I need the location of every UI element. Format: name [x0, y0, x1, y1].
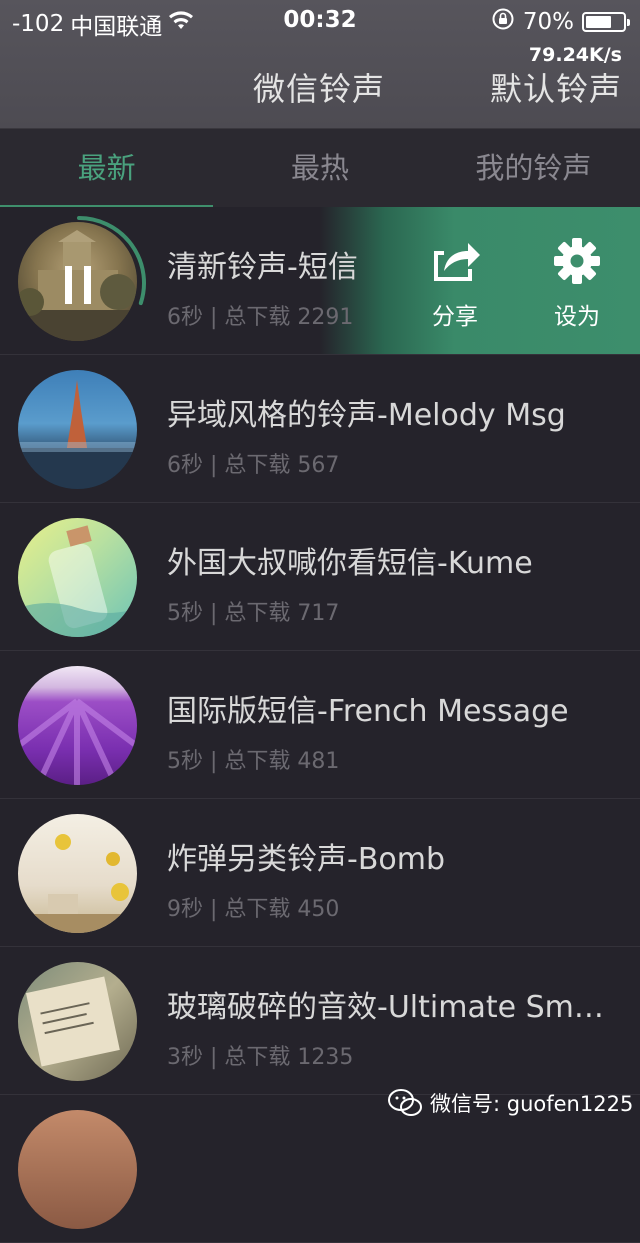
share-button[interactable]: 分享 [410, 235, 500, 331]
ringtone-title: 外国大叔喊你看短信-Kume [167, 546, 533, 581]
default-ringtone-button[interactable]: 默认铃声 [490, 64, 622, 110]
letter-image [25, 976, 120, 1067]
bottle-image [18, 525, 137, 637]
share-icon [434, 243, 480, 281]
ringtone-title: 玻璃破碎的音效-Ultimate Sm… [167, 990, 604, 1025]
ringtone-meta: 5秒 | 总下载 717 [167, 601, 340, 626]
top-bar: -102 中国联通 00:32 70% 79.24K/s 微信铃声 默认铃声 [0, 0, 640, 129]
ringtone-title: 异域风格的铃声-Melody Msg [167, 398, 566, 433]
set-as-button[interactable]: 设为 [532, 235, 622, 331]
share-label: 分享 [432, 304, 478, 330]
list-item[interactable]: 玻璃破碎的音效-Ultimate Sm… 3秒 | 总下载 1235 [0, 947, 640, 1095]
ringtone-meta: 5秒 | 总下载 481 [167, 749, 340, 774]
pause-icon[interactable] [61, 264, 97, 306]
tab-hottest[interactable]: 最热 [213, 129, 426, 207]
ringtone-title: 炸弹另类铃声-Bomb [167, 842, 446, 877]
battery-icon [582, 12, 630, 32]
gear-icon [554, 238, 600, 284]
watermark-text: 微信号: guofen1225 [430, 1092, 634, 1116]
tower-image [18, 380, 137, 489]
list-item[interactable]: 分享 设为 清新铃声-短信 6秒 | 总下载 2291 [0, 207, 640, 355]
ringtone-cover [18, 962, 137, 1081]
set-as-label: 设为 [554, 304, 600, 330]
page-title: 微信铃声 [253, 70, 386, 108]
rotation-lock-icon [491, 7, 515, 37]
ringtone-cover [18, 518, 137, 637]
lavender-image [18, 698, 137, 785]
ringtone-cover [18, 370, 137, 489]
ringtone-title: 清新铃声-短信 [167, 250, 358, 285]
tab-newest[interactable]: 最新 [0, 129, 214, 207]
ringtone-meta: 6秒 | 总下载 2291 [167, 305, 354, 330]
ringtone-meta: 6秒 | 总下载 567 [167, 453, 340, 478]
ringtone-cover [18, 666, 137, 785]
row-actions-panel: 分享 设为 [320, 207, 640, 354]
battery-percent: 70% [522, 9, 574, 35]
list-item[interactable]: 异域风格的铃声-Melody Msg 6秒 | 总下载 567 [0, 355, 640, 503]
tab-bar: 最新 最热 我的铃声 [0, 129, 640, 207]
list-item[interactable]: 国际版短信-French Message 5秒 | 总下载 481 [0, 651, 640, 799]
list-item[interactable]: 外国大叔喊你看短信-Kume 5秒 | 总下载 717 [0, 503, 640, 651]
ringtone-cover [18, 1110, 137, 1229]
network-speed: 79.24K/s [528, 44, 622, 66]
ringtone-meta: 3秒 | 总下载 1235 [167, 1045, 354, 1070]
ringtone-title: 国际版短信-French Message [167, 694, 569, 729]
flowers-image [18, 834, 137, 933]
status-bar: -102 中国联通 00:32 70% [0, 0, 640, 40]
ringtone-cover [18, 814, 137, 933]
ringtone-meta: 9秒 | 总下载 450 [167, 897, 340, 922]
tab-my-ringtones[interactable]: 我的铃声 [427, 129, 640, 207]
wechat-icon [388, 1089, 422, 1116]
list-item[interactable]: 炸弹另类铃声-Bomb 9秒 | 总下载 450 [0, 799, 640, 947]
wechat-watermark: 微信号: guofen1225 [388, 1088, 633, 1118]
